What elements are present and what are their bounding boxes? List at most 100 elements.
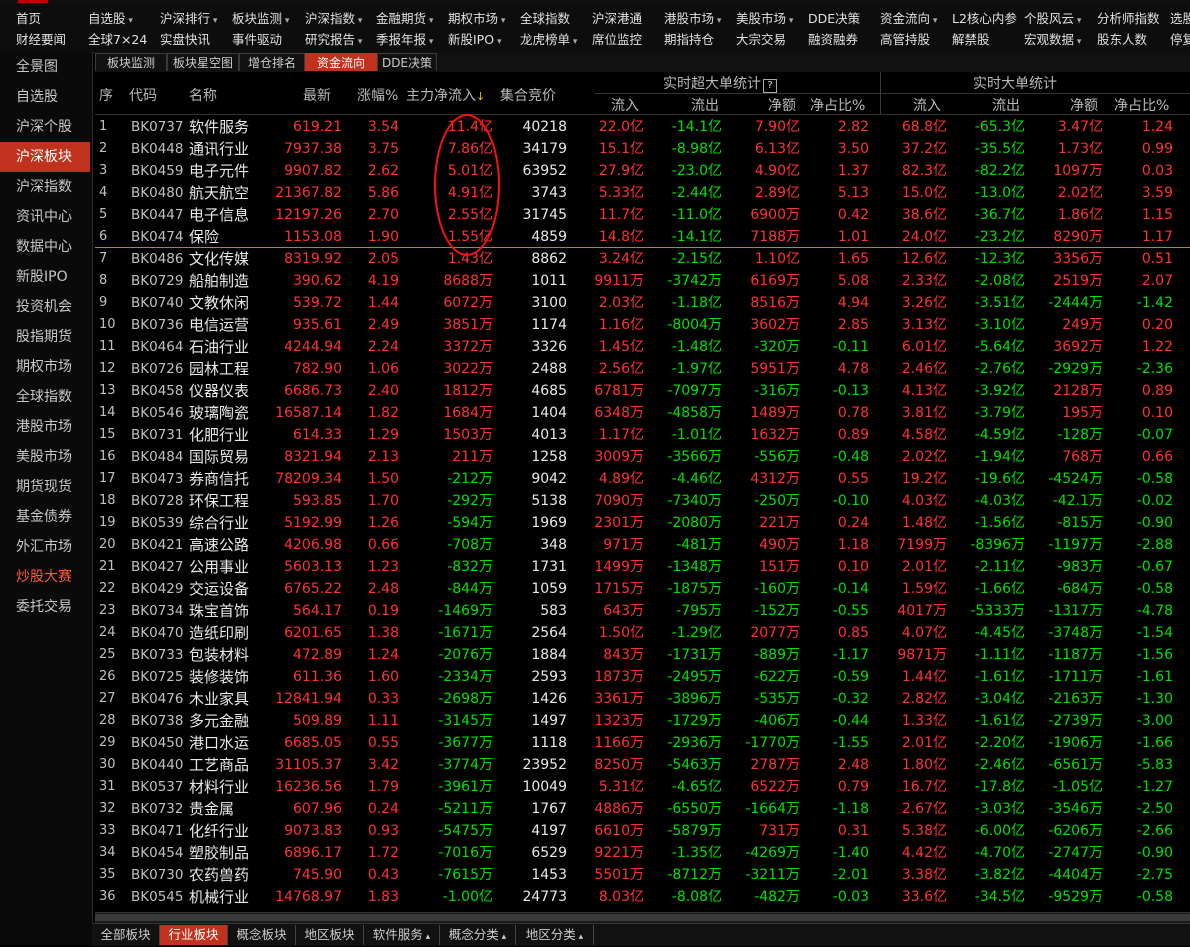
header-super-ratio[interactable]: 净占比% (810, 95, 865, 115)
table-row[interactable]: 35 BK0730 农药兽药 745.90 0.43 -7615万 1453 5501万 -87… (95, 864, 1190, 886)
table-row[interactable]: 13 BK0458 仪器仪表 6686.73 2.40 1812万 4685 6781万 -70… (95, 380, 1190, 402)
bottom-tab[interactable]: 概念分类 (440, 925, 516, 945)
menu-item[interactable]: 大宗交易 (736, 29, 786, 51)
menu-item[interactable]: 事件驱动 (232, 29, 282, 51)
sidebar-item[interactable]: 委托交易 (0, 592, 90, 622)
sidebar-item[interactable]: 港股市场 (0, 412, 90, 442)
table-row[interactable]: 19 BK0539 综合行业 5192.99 1.26 -594万 1969 2301万 -20… (95, 512, 1190, 534)
table-row[interactable]: 3 BK0459 电子元件 9907.82 2.62 5.01亿 63952 27.9亿 -23… (95, 160, 1190, 182)
table-row[interactable]: 10 BK0736 电信运营 935.61 2.49 3851万 1174 1.16亿 -800… (95, 314, 1190, 336)
table-row[interactable]: 33 BK0471 化纤行业 9073.83 0.93 -5475万 4197 6610万 -5… (95, 820, 1190, 842)
menu-item[interactable]: 首页 (16, 8, 41, 30)
header-super-net[interactable]: 净额 (768, 95, 796, 115)
menu-item[interactable]: DDE决策 (808, 8, 860, 30)
menu-item[interactable]: 宏观数据 (1024, 29, 1081, 53)
table-row[interactable]: 31 BK0537 材料行业 16236.56 1.79 -3961万 10049 5.31亿… (95, 776, 1190, 798)
menu-item[interactable]: 新股IPO (448, 29, 501, 53)
sidebar-item[interactable]: 投资机会 (0, 292, 90, 322)
header-super-outflow[interactable]: 流出 (691, 95, 719, 115)
menu-item[interactable]: 分析师指数 (1097, 8, 1160, 30)
table-row[interactable]: 12 BK0726 园林工程 782.90 1.06 3022万 2488 2.56亿 -1.9… (95, 358, 1190, 380)
menu-item[interactable]: L2核心内参 (952, 8, 1017, 30)
menu-item[interactable]: 席位监控 (592, 29, 642, 51)
table-row[interactable]: 18 BK0728 环保工程 593.85 1.70 -292万 5138 7090万 -734… (95, 490, 1190, 512)
menu-item[interactable]: 全球指数 (520, 8, 570, 30)
table-row[interactable]: 21 BK0427 公用事业 5603.13 1.23 -832万 1731 1499万 -13… (95, 556, 1190, 578)
help-icon[interactable]: ? (763, 79, 777, 93)
sidebar-item[interactable]: 自选股 (0, 82, 90, 112)
bottom-tab[interactable]: 地区板块 (296, 925, 364, 945)
table-row[interactable]: 36 BK0545 机械行业 14768.97 1.83 -1.00亿 24773 8.03亿… (95, 886, 1190, 908)
menu-item[interactable]: 融资融券 (808, 29, 858, 51)
header-super-inflow[interactable]: 流入 (611, 95, 639, 115)
sidebar-item[interactable]: 股指期货 (0, 322, 90, 352)
sidebar-item[interactable]: 沪深板块 (0, 142, 90, 172)
header-price[interactable]: 最新 (303, 85, 331, 105)
menu-item[interactable]: 龙虎榜单 (520, 29, 577, 53)
header-big-inflow[interactable]: 流入 (913, 95, 941, 115)
bottom-tab[interactable]: 软件服务 (364, 925, 440, 945)
header-auction[interactable]: 集合竞价 (500, 85, 556, 105)
table-row[interactable]: 16 BK0484 国际贸易 8321.94 2.13 211万 1258 3009万 -356… (95, 446, 1190, 468)
menu-item[interactable]: 期指持仓 (664, 29, 714, 51)
table-row[interactable]: 23 BK0734 珠宝首饰 564.17 0.19 -1469万 583 643万 -795万… (95, 600, 1190, 622)
sidebar-item[interactable]: 沪深个股 (0, 112, 90, 142)
table-row[interactable]: 6 BK0474 保险 1153.08 1.90 1.55亿 4859 14.8亿 -14.1亿… (95, 226, 1190, 248)
menu-item[interactable]: 研究报告 (305, 29, 362, 53)
view-tab[interactable]: 板块星空图 (167, 53, 239, 71)
sidebar-item[interactable]: 新股IPO (0, 262, 90, 292)
header-code[interactable]: 代码 (129, 85, 157, 105)
table-row[interactable]: 8 BK0729 船舶制造 390.62 4.19 8688万 1011 9911万 -3742… (95, 270, 1190, 292)
sidebar-item[interactable]: 美股市场 (0, 442, 90, 472)
table-row[interactable]: 2 BK0448 通讯行业 7937.38 3.75 7.86亿 34179 15.1亿 -8.… (95, 138, 1190, 160)
sidebar-item[interactable]: 外汇市场 (0, 532, 90, 562)
menu-item[interactable]: 全球7×24 (88, 29, 147, 51)
table-row[interactable]: 17 BK0473 券商信托 78209.34 1.50 -212万 9042 4.89亿 -4… (95, 468, 1190, 490)
table-row[interactable]: 9 BK0740 文教休闲 539.72 1.44 6072万 3100 2.03亿 -1.18… (95, 292, 1190, 314)
bottom-tab[interactable]: 概念板块 (228, 925, 296, 945)
sidebar-item[interactable]: 期货现货 (0, 472, 90, 502)
sidebar-item[interactable]: 期权市场 (0, 352, 90, 382)
sidebar-item[interactable]: 全球指数 (0, 382, 90, 412)
scrollbar-thumb[interactable] (95, 914, 1190, 921)
sidebar-item[interactable]: 资讯中心 (0, 202, 90, 232)
sidebar-item[interactable]: 炒股大赛 (0, 562, 90, 592)
table-row[interactable]: 15 BK0731 化肥行业 614.33 1.29 1503万 4013 1.17亿 -1.0… (95, 424, 1190, 446)
sidebar-item[interactable]: 沪深指数 (0, 172, 90, 202)
table-row[interactable]: 25 BK0733 包装材料 472.89 1.24 -2076万 1884 843万 -173… (95, 644, 1190, 666)
bottom-tab[interactable]: 行业板块 (160, 925, 228, 945)
sidebar-item[interactable]: 基金债券 (0, 502, 90, 532)
table-row[interactable]: 28 BK0738 多元金融 509.89 1.11 -3145万 1497 1323万 -17… (95, 710, 1190, 732)
bottom-tab[interactable]: 全部板块 (92, 925, 160, 945)
menu-item[interactable]: 财经要闻 (16, 29, 66, 51)
table-row[interactable]: 1 BK0737 软件服务 619.21 3.54 11.4亿 40218 22.0亿 -14.… (95, 116, 1190, 138)
header-big-ratio[interactable]: 净占比% (1114, 95, 1169, 115)
sidebar-item[interactable]: 全景图 (0, 52, 90, 82)
menu-item[interactable]: 股东人数 (1097, 29, 1147, 51)
header-main-flow[interactable]: 主力净流入↓ (406, 85, 485, 105)
menu-item[interactable]: 停复 (1170, 29, 1190, 51)
horizontal-scrollbar[interactable] (95, 912, 1190, 923)
table-row[interactable]: 5 BK0447 电子信息 12197.26 2.70 2.55亿 31745 11.7亿 -1… (95, 204, 1190, 226)
table-row[interactable]: 29 BK0450 港口水运 6685.05 0.55 -3677万 1118 1166万 -2… (95, 732, 1190, 754)
view-tab[interactable]: 板块监测 (95, 53, 167, 71)
table-row[interactable]: 30 BK0440 工艺商品 31105.37 3.42 -3774万 23952 8250万… (95, 754, 1190, 776)
table-row[interactable]: 20 BK0421 高速公路 4206.98 0.66 -708万 348 971万 -481万… (95, 534, 1190, 556)
header-big-outflow[interactable]: 流出 (992, 95, 1020, 115)
table-row[interactable]: 7 BK0486 文化传媒 8319.92 2.05 1.43亿 8862 3.24亿 -2.1… (95, 248, 1190, 270)
menu-item[interactable]: 高管持股 (880, 29, 930, 51)
view-tab[interactable]: DDE决策 (377, 53, 437, 71)
header-big-net[interactable]: 净额 (1070, 95, 1098, 115)
view-tab[interactable]: 资金流向 (305, 53, 377, 71)
table-row[interactable]: 26 BK0725 装修装饰 611.36 1.60 -2334万 2593 1873万 -24… (95, 666, 1190, 688)
header-change[interactable]: 涨幅% (357, 85, 398, 105)
header-name[interactable]: 名称 (189, 85, 217, 105)
table-row[interactable]: 34 BK0454 塑胶制品 6896.17 1.72 -7016万 6529 9221万 -1… (95, 842, 1190, 864)
menu-item[interactable]: 实盘快讯 (160, 29, 210, 51)
table-row[interactable]: 32 BK0732 贵金属 607.96 0.24 -5211万 1767 4886万 -655… (95, 798, 1190, 820)
table-row[interactable]: 27 BK0476 木业家具 12841.94 0.33 -2698万 1426 3361万 -… (95, 688, 1190, 710)
menu-item[interactable]: 沪深港通 (592, 8, 642, 30)
menu-item[interactable]: 季报年报 (376, 29, 433, 53)
table-row[interactable]: 14 BK0546 玻璃陶瓷 16587.14 1.82 1684万 1404 6348万 -4… (95, 402, 1190, 424)
table-row[interactable]: 22 BK0429 交运设备 6765.22 2.48 -844万 1059 1715万 -18… (95, 578, 1190, 600)
